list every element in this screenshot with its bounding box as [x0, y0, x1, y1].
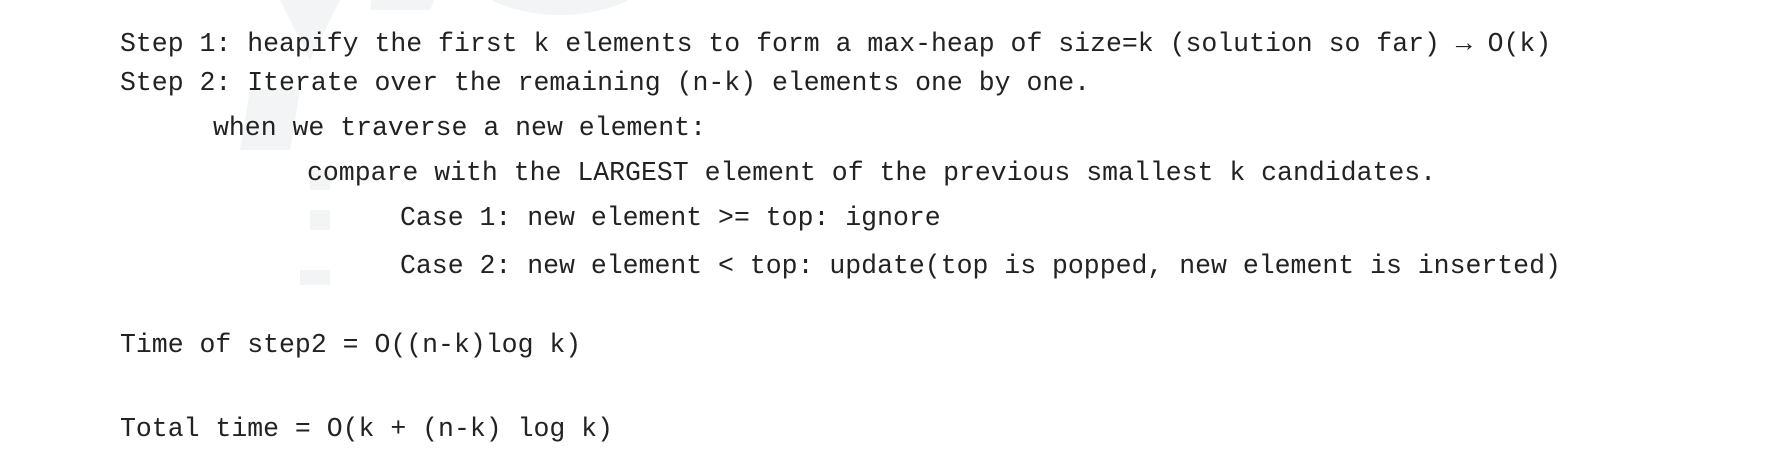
- total-time-line: Total time = O(k + (n-k) log k): [120, 414, 613, 444]
- step-2-line: Step 2: Iterate over the remaining (n-k)…: [120, 68, 1091, 98]
- case-1-line: Case 1: new element >= top: ignore: [400, 203, 941, 233]
- case-2-line: Case 2: new element < top: update(top is…: [400, 251, 1561, 281]
- algorithm-notes: Step 1: heapify the first k elements to …: [0, 0, 1788, 466]
- compare-line: compare with the LARGEST element of the …: [307, 158, 1437, 188]
- traverse-line: when we traverse a new element:: [213, 113, 706, 143]
- time-of-step-2-line: Time of step2 = O((n-k)log k): [120, 330, 582, 360]
- step-1-line: Step 1: heapify the first k elements to …: [120, 29, 1552, 59]
